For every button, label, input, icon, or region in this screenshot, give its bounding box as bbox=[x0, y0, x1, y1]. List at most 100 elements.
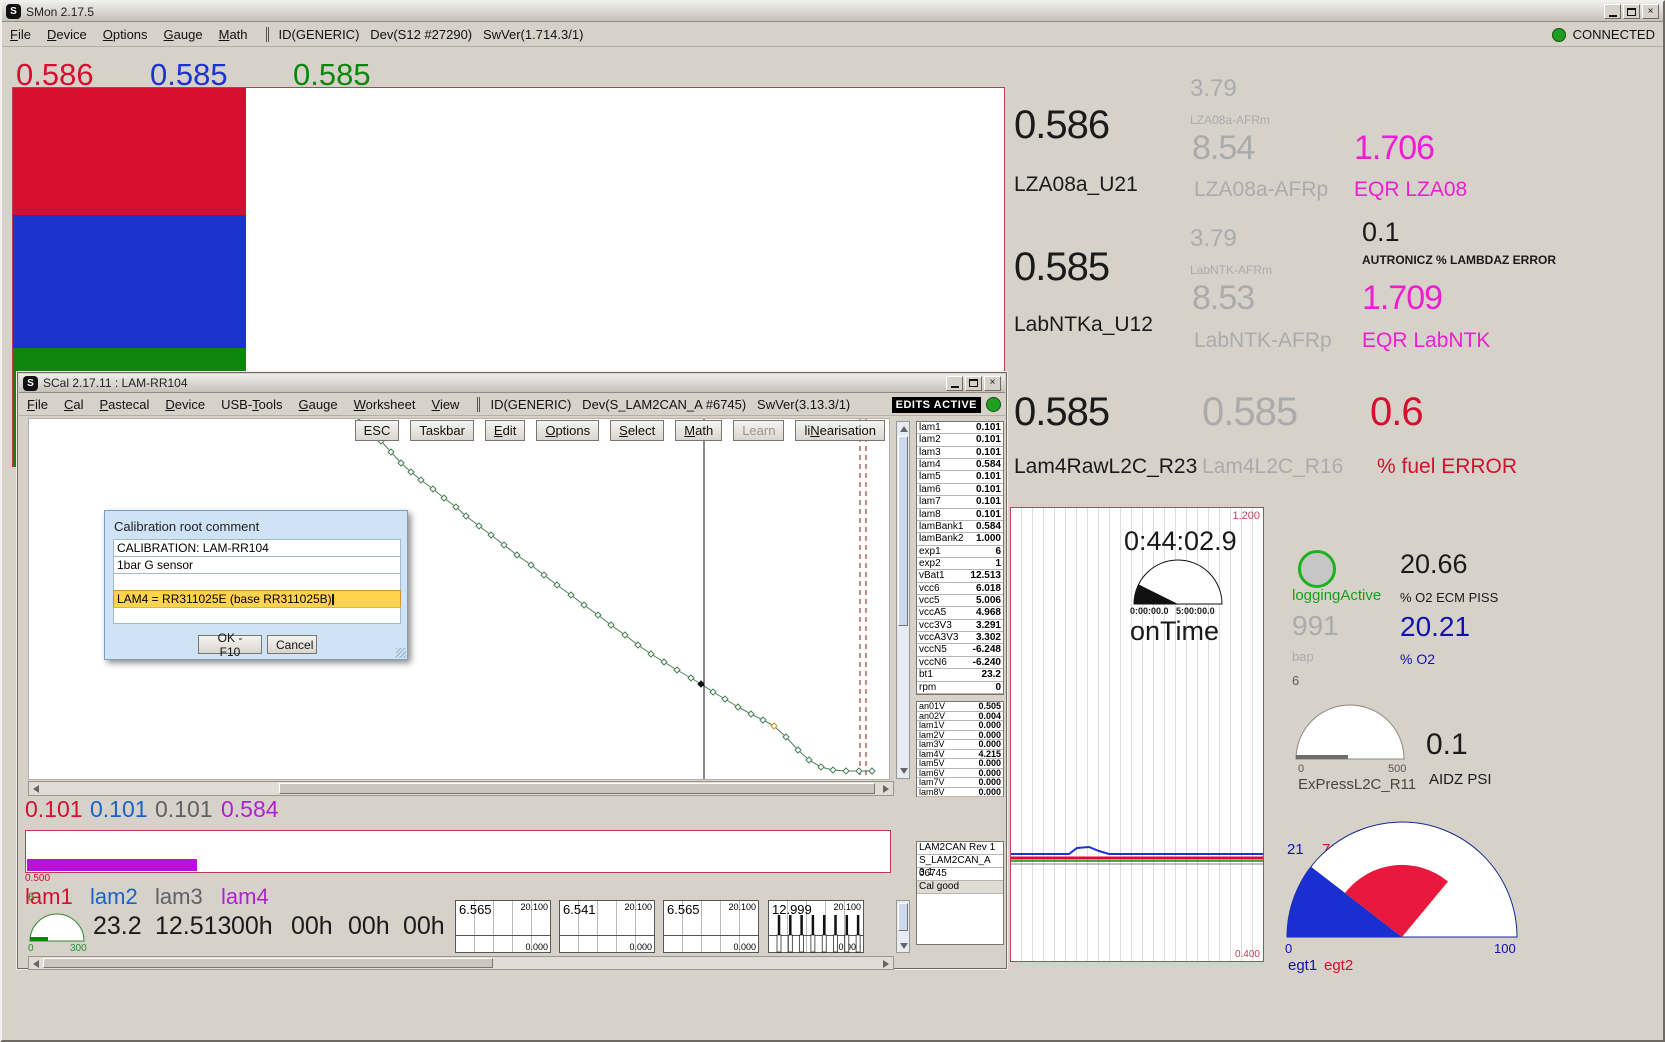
watch-row-vccA3V3[interactable]: vccA3V33.302 bbox=[917, 632, 1003, 644]
watch-row-vccN5[interactable]: vccN5-6.248 bbox=[917, 644, 1003, 656]
menu-smon-device[interactable]: Device bbox=[39, 25, 95, 44]
smon-titlebar[interactable]: S SMon 2.17.5 × bbox=[2, 2, 1663, 22]
menu-scal-view[interactable]: View bbox=[424, 395, 468, 414]
watch-list-1: lam10.101lam20.101lam30.101lam40.584lam5… bbox=[916, 421, 1004, 695]
lam4raw-label: Lam4RawL2C_R23 bbox=[1014, 456, 1197, 477]
labntk-value: 0.585 bbox=[1014, 247, 1109, 287]
lam4l2c-value: 0.585 bbox=[1202, 392, 1297, 432]
fuel-error-value: 0.6 bbox=[1370, 392, 1423, 432]
menu-smon-options[interactable]: Options bbox=[95, 25, 156, 44]
lza-value: 0.586 bbox=[1014, 105, 1109, 145]
comment-line-3[interactable] bbox=[113, 573, 401, 590]
express-max: 500 bbox=[1388, 764, 1406, 775]
watch-row-vcc3V3[interactable]: vcc3V33.291 bbox=[917, 620, 1003, 632]
egt-min: 0 bbox=[1285, 942, 1292, 955]
edit-button[interactable]: Edit bbox=[485, 420, 525, 441]
chart-vscrollbar[interactable] bbox=[896, 421, 910, 779]
watch-row-lam1[interactable]: lam10.101 bbox=[917, 422, 1003, 434]
comment-line-1[interactable]: CALIBRATION: LAM-RR104 bbox=[113, 539, 401, 556]
smon-app-icon: S bbox=[6, 4, 21, 19]
watch-row-lam4[interactable]: lam40.584 bbox=[917, 459, 1003, 471]
lam4raw-value: 0.585 bbox=[1014, 392, 1109, 432]
o2-ecm-value: 20.66 bbox=[1400, 551, 1468, 578]
taskbar-button[interactable]: Taskbar bbox=[410, 420, 474, 441]
screen: { "smon": { "title": "SMon 2.17.5", "men… bbox=[0, 0, 1665, 1042]
lza-afrp-label: LZA08a-AFRp bbox=[1194, 179, 1328, 200]
select-button[interactable]: Select bbox=[610, 420, 664, 441]
scal-close-icon[interactable]: × bbox=[984, 376, 1001, 391]
scal-menubar: FileCalPastecalDeviceUSB-ToolsGaugeWorks… bbox=[19, 394, 1005, 416]
watch-row-lamBank2[interactable]: lamBank21.000 bbox=[917, 533, 1003, 545]
menu-scal-file[interactable]: File bbox=[19, 395, 56, 414]
hours4-value: 00h bbox=[403, 914, 445, 939]
comment-line-4[interactable]: LAM4 = RR311025E (base RR311025B) bbox=[113, 590, 401, 607]
watch-row-lam3[interactable]: lam30.101 bbox=[917, 447, 1003, 459]
watch-row-vccN6[interactable]: vccN6-6.240 bbox=[917, 657, 1003, 669]
menu-scal-gauge[interactable]: Gauge bbox=[291, 395, 346, 414]
close-icon[interactable]: × bbox=[1642, 4, 1659, 19]
watch-row-exp1[interactable]: exp16 bbox=[917, 546, 1003, 558]
lower-vscrollbar[interactable] bbox=[896, 900, 910, 953]
math-button[interactable]: Math bbox=[675, 420, 722, 441]
lza-afrp-value: 8.54 bbox=[1192, 131, 1254, 165]
aidz-label: AIDZ PSI bbox=[1429, 772, 1492, 787]
scal-minimize-button[interactable] bbox=[946, 376, 963, 391]
ontime-gauge bbox=[1132, 558, 1226, 606]
menu-scal-usb-tools[interactable]: USB-Tools bbox=[213, 395, 290, 414]
watch-row-lam7[interactable]: lam70.101 bbox=[917, 496, 1003, 508]
watch-row-vBat1[interactable]: vBat112.513 bbox=[917, 570, 1003, 582]
watch-row-lamBank1[interactable]: lamBank10.584 bbox=[917, 521, 1003, 533]
menu-scal-cal[interactable]: Cal bbox=[56, 395, 92, 414]
menu-smon-file[interactable]: File bbox=[2, 25, 39, 44]
dialog-resize-grip[interactable] bbox=[396, 648, 406, 658]
watch-row-lam6[interactable]: lam60.101 bbox=[917, 484, 1003, 496]
labntk-afrm-label: LabNTK-AFRm bbox=[1190, 264, 1272, 276]
learn-button[interactable]: Learn bbox=[733, 420, 784, 441]
options-button[interactable]: Options bbox=[536, 420, 599, 441]
esc-button[interactable]: ESC bbox=[355, 420, 400, 441]
comment-line-2[interactable]: 1bar G sensor bbox=[113, 556, 401, 573]
menu-smon-math[interactable]: Math bbox=[211, 25, 256, 44]
strip-ymin: 0.400 bbox=[1235, 949, 1260, 960]
menu-scal-worksheet[interactable]: Worksheet bbox=[346, 395, 424, 414]
watch-row-lam2[interactable]: lam20.101 bbox=[917, 434, 1003, 446]
watch-row-exp2[interactable]: exp21 bbox=[917, 558, 1003, 570]
bap-label: bap bbox=[1292, 650, 1314, 663]
maximize-button[interactable] bbox=[1623, 4, 1640, 19]
watch-row-lam8V[interactable]: lam8V0.000 bbox=[917, 788, 1003, 798]
chart-hscrollbar[interactable] bbox=[28, 781, 894, 796]
menu-scal-pastecal[interactable]: Pastecal bbox=[91, 395, 157, 414]
minimize-button[interactable] bbox=[1604, 4, 1621, 19]
menu-smon-gauge[interactable]: Gauge bbox=[156, 25, 211, 44]
watch-row-vccA5[interactable]: vccA54.968 bbox=[917, 607, 1003, 619]
logging-active-label: loggingActive bbox=[1292, 588, 1381, 603]
scal-titlebar[interactable]: S SCal 2.17.11 : LAM-RR104 × bbox=[19, 374, 1005, 393]
hours1-value: 00h bbox=[231, 914, 273, 939]
bt-gauge-max: 300 bbox=[70, 944, 87, 954]
calibration-comment-dialog: Calibration root comment CALIBRATION: LA… bbox=[104, 510, 408, 660]
watch-row-vcc6[interactable]: vcc66.018 bbox=[917, 583, 1003, 595]
mini-chart-1: 6.56520.1000.000 bbox=[455, 900, 551, 953]
lam2-value: 0.101 bbox=[90, 798, 148, 821]
ok-button[interactable]: OK - F10 bbox=[198, 635, 262, 654]
ontime-value: 0:44:02.9 bbox=[1124, 528, 1237, 555]
vbat-value: 12.513 bbox=[155, 914, 231, 939]
egt-gauge bbox=[1285, 820, 1521, 940]
watch-row-vcc5[interactable]: vcc55.006 bbox=[917, 595, 1003, 607]
watch-row-bt1[interactable]: bt123.2 bbox=[917, 669, 1003, 681]
lam4l2c-label: Lam4L2C_R16 bbox=[1202, 456, 1343, 477]
o2-value: 20.21 bbox=[1400, 613, 1470, 641]
egt1-label: egt1 bbox=[1288, 958, 1317, 973]
scal-maximize-button[interactable] bbox=[965, 376, 982, 391]
bt1-value: 23.2 bbox=[93, 914, 142, 939]
linearisation-button[interactable]: liNearisation bbox=[795, 420, 885, 441]
menu-scal-device[interactable]: Device bbox=[157, 395, 213, 414]
comment-line-5[interactable] bbox=[113, 607, 401, 624]
watch-row-lam8[interactable]: lam80.101 bbox=[917, 509, 1003, 521]
watch-row-rpm[interactable]: rpm0 bbox=[917, 682, 1003, 694]
cancel-button[interactable]: Cancel bbox=[267, 635, 317, 654]
ontime-label: onTime bbox=[1130, 618, 1219, 645]
scal-device-status: ID(GENERIC) Dev(S_LAM2CAN_A #6745) SwVer… bbox=[477, 397, 850, 412]
scal-bottom-hscrollbar[interactable] bbox=[28, 956, 894, 970]
watch-row-lam5[interactable]: lam50.101 bbox=[917, 471, 1003, 483]
